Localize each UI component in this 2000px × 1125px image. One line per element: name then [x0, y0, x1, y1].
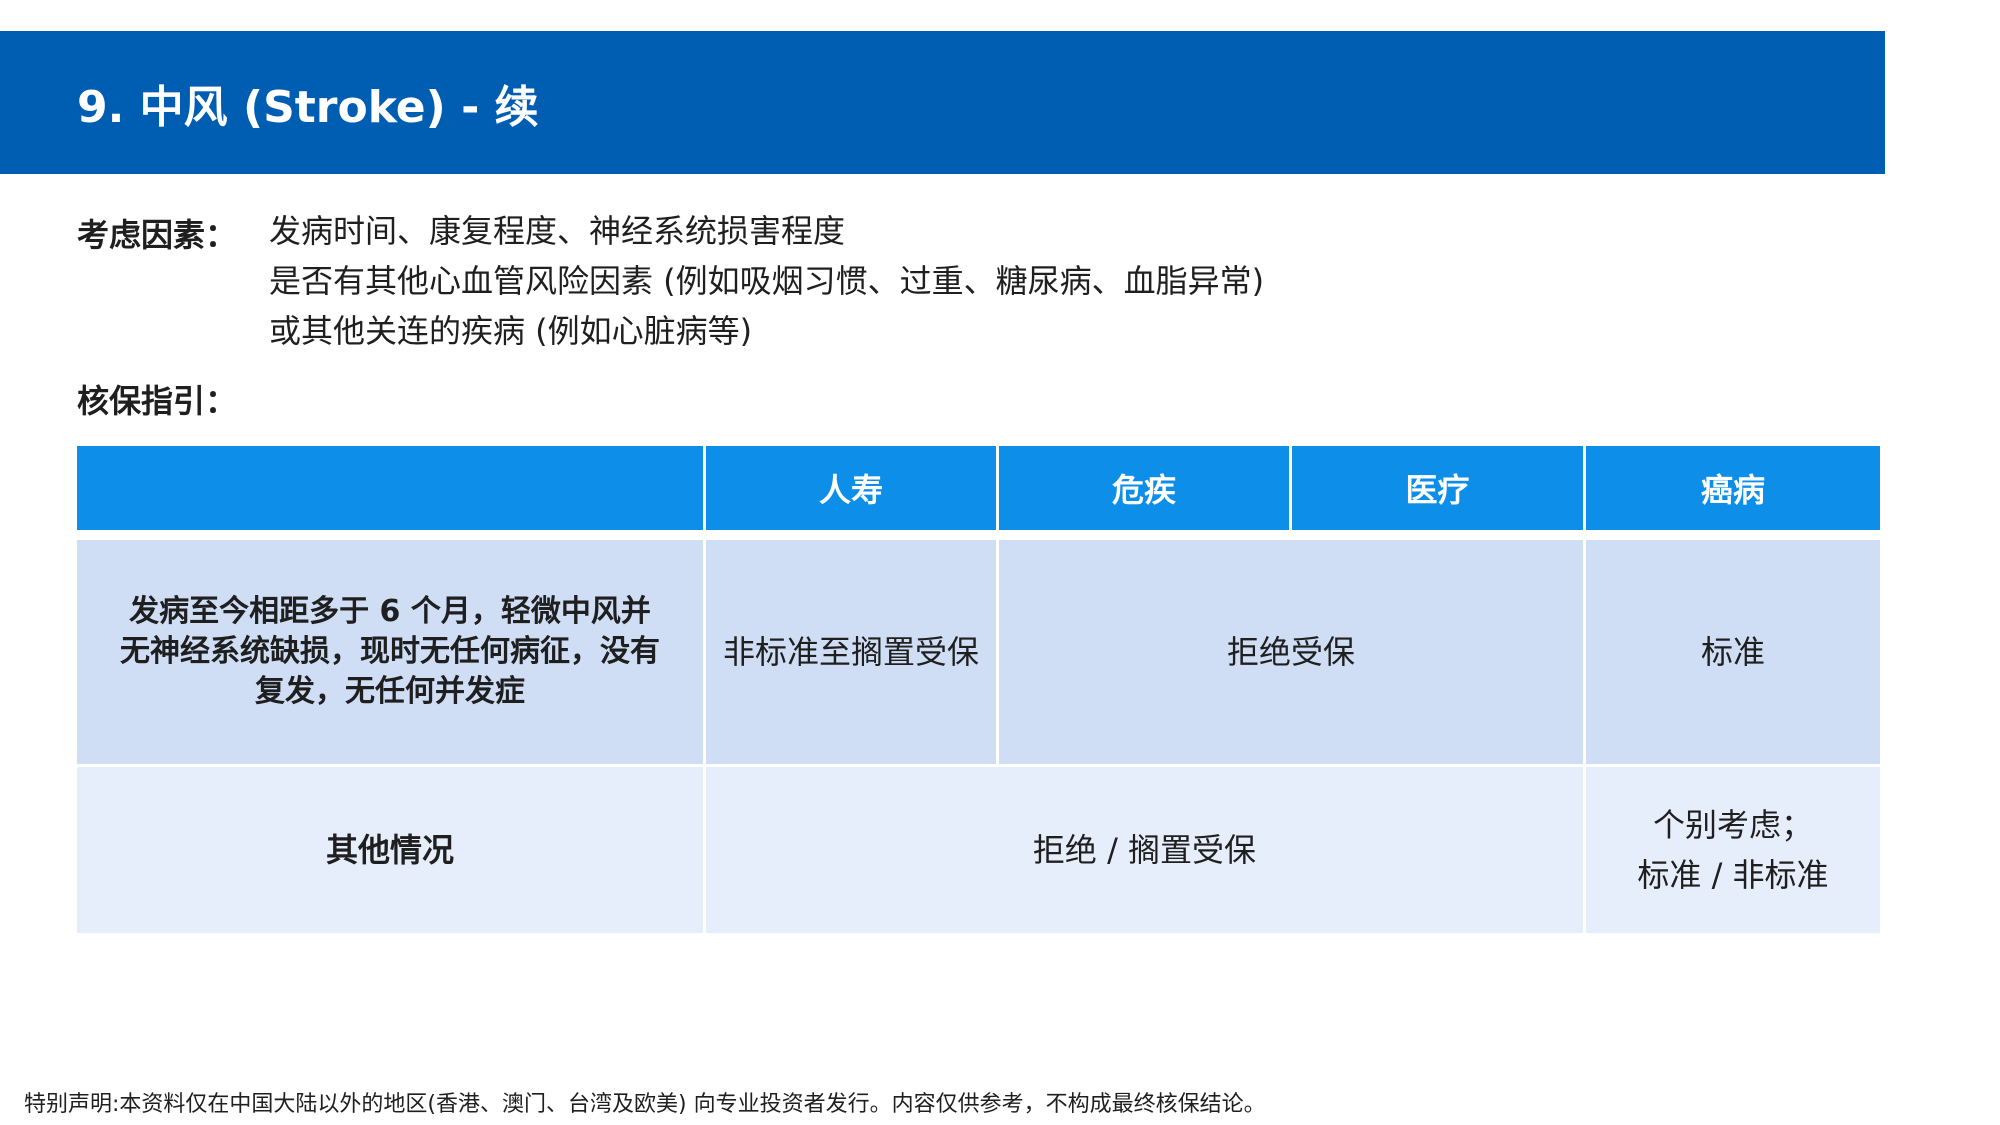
row1-ci-medical: 拒绝受保	[1226, 633, 1355, 671]
table-row: 其他情况 拒绝 / 搁置受保 个别考虑； 标准 / 非标准	[77, 767, 1880, 933]
row1-life-cell: 非标准至搁置受保	[706, 540, 996, 764]
factor-line: 发病时间、康复程度、神经系统损害程度	[269, 212, 846, 250]
row2-life-ci-medical: 拒绝 / 搁置受保	[1032, 831, 1257, 869]
factor-line: 是否有其他心血管风险因素 (例如吸烟习惯、过重、糖尿病、血脂异常)	[269, 262, 1265, 300]
row1-life: 非标准至搁置受保	[722, 633, 979, 671]
row1-ci-medical-cell: 拒绝受保	[999, 540, 1583, 764]
header-cancer: 癌病	[1586, 446, 1880, 530]
header-critical-illness: 危疾	[999, 446, 1289, 530]
row2-cancer-line1: 个别考虑；	[1652, 806, 1813, 844]
header-condition	[77, 446, 703, 530]
row2-condition-cell: 其他情况	[77, 767, 703, 933]
factor-line: 或其他关连的疾病 (例如心脏病等)	[269, 312, 753, 350]
row1-condition: 发病至今相距多于 6 个月，轻微中风并无神经系统缺损，现时无任何病征，没有复发，…	[120, 594, 660, 709]
row2-life-ci-medical-cell: 拒绝 / 搁置受保	[706, 767, 1583, 933]
row2-cancer-line2: 标准 / 非标准	[1637, 856, 1829, 894]
table-row: 发病至今相距多于 6 个月，轻微中风并无神经系统缺损，现时无任何病征，没有复发，…	[77, 540, 1880, 764]
page-title: 9. 中风 (Stroke) - 续	[77, 81, 539, 133]
disclaimer: 特别声明:本资料仅在中国大陆以外的地区(香港、澳门、台湾及欧美) 向专业投资者发…	[24, 1092, 1266, 1117]
factors-list: 发病时间、康复程度、神经系统损害程度 是否有其他心血管风险因素 (例如吸烟习惯、…	[269, 206, 1264, 356]
row2-cancer-cell: 个别考虑； 标准 / 非标准	[1586, 767, 1880, 933]
header-medical: 医疗	[1292, 446, 1583, 530]
title-bar: 9. 中风 (Stroke) - 续	[0, 31, 1885, 174]
factors-label: 考虑因素：	[77, 216, 238, 254]
row1-cancer: 标准	[1700, 633, 1765, 671]
row2-condition: 其他情况	[325, 831, 454, 869]
underwriting-table: 人寿 危疾 医疗 癌病 发病至今相距多于 6 个月，轻微中风并无神经系统缺损，现…	[77, 446, 1880, 933]
row1-condition-cell: 发病至今相距多于 6 个月，轻微中风并无神经系统缺损，现时无任何病征，没有复发，…	[77, 540, 703, 764]
table-header-row: 人寿 危疾 医疗 癌病	[77, 446, 1880, 530]
guideline-label: 核保指引：	[77, 382, 238, 420]
factors-section: 考虑因素： 发病时间、康复程度、神经系统损害程度 是否有其他心血管风险因素 (例…	[77, 206, 1477, 356]
row1-cancer-cell: 标准	[1586, 540, 1880, 764]
table-spacer	[77, 533, 1880, 537]
header-life: 人寿	[706, 446, 996, 530]
